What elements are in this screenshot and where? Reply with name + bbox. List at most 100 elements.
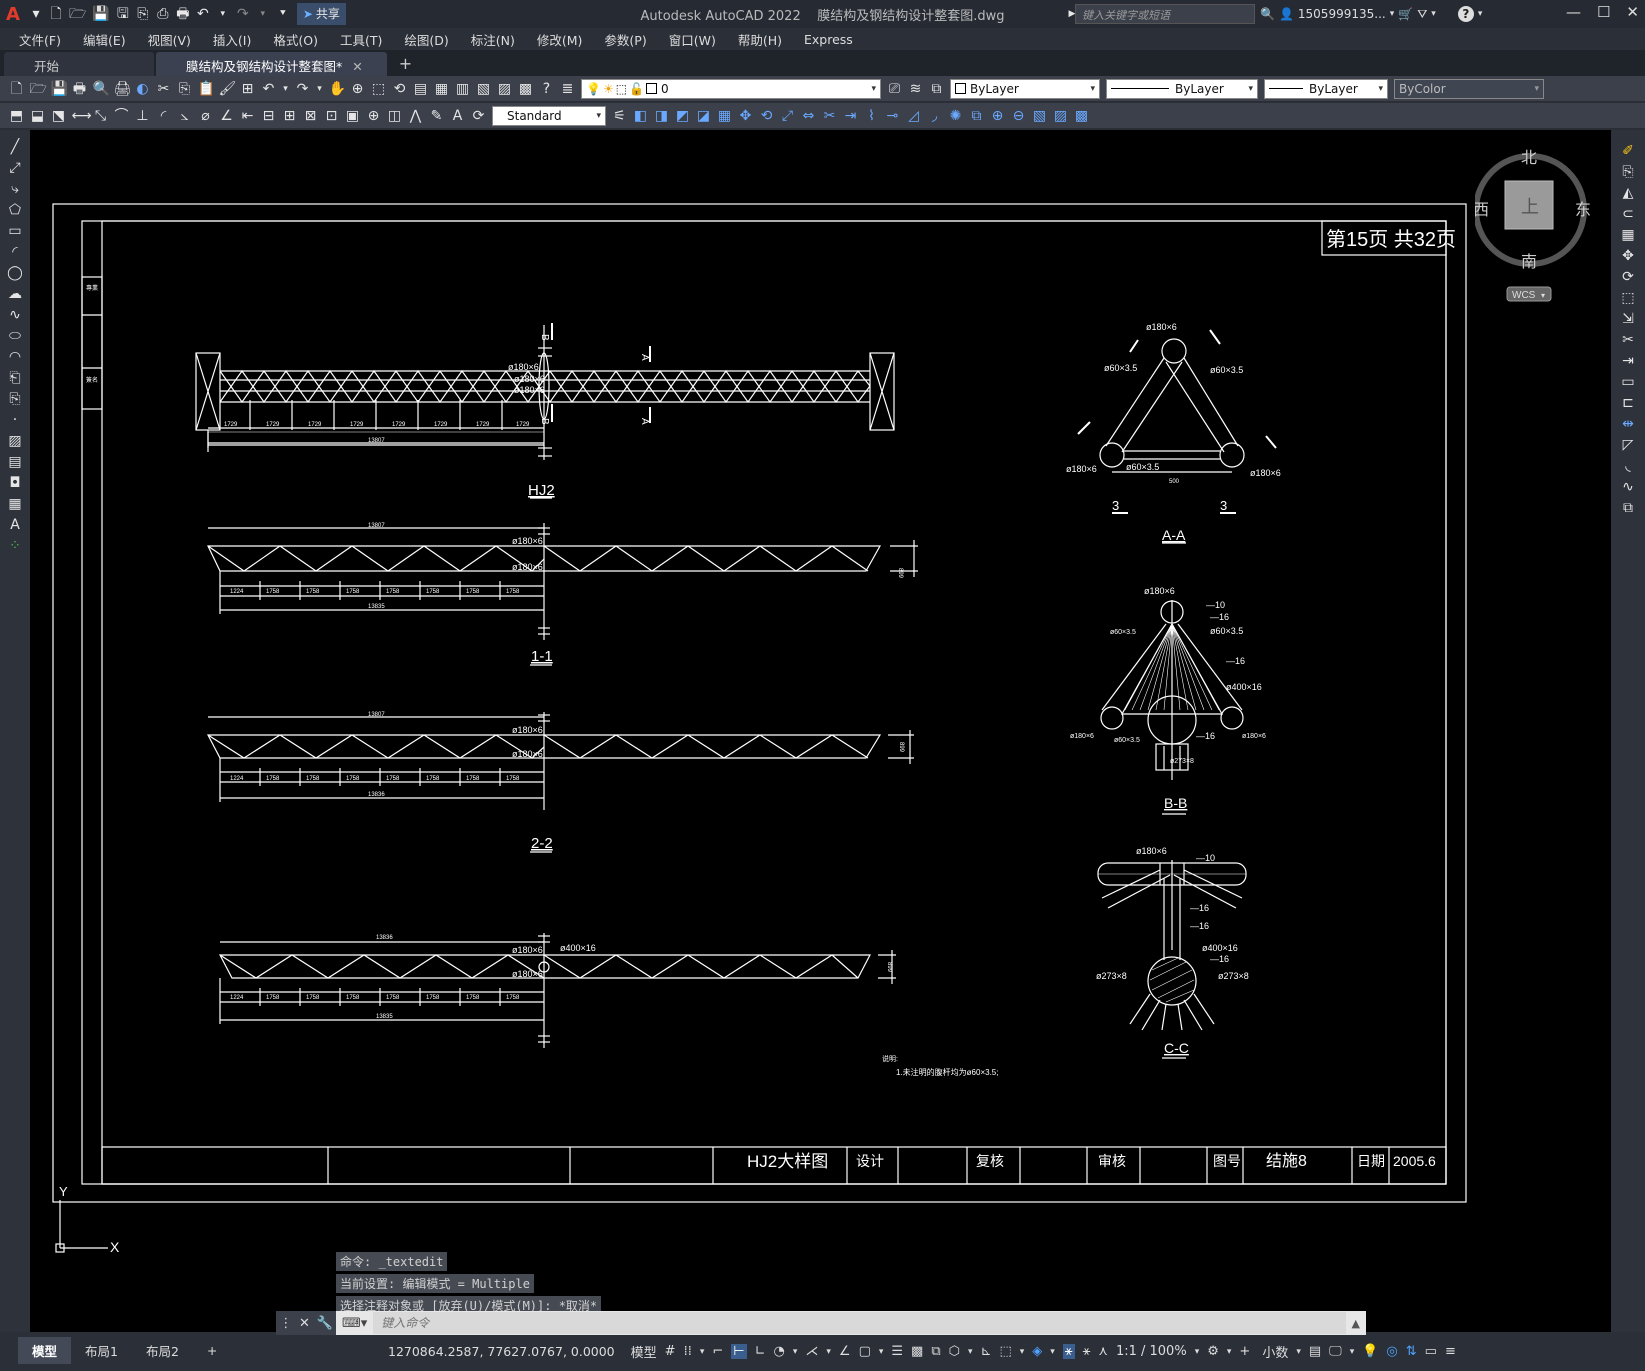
- erase-icon[interactable]: ◧: [633, 108, 649, 124]
- circle-icon[interactable]: ◯: [7, 265, 23, 281]
- quick-dim-icon[interactable]: ⇤: [240, 108, 256, 124]
- menu-file[interactable]: 文件(F): [8, 30, 72, 49]
- jogged-dim-icon[interactable]: ⦣: [177, 108, 193, 124]
- 3d-osnap-dropdown-icon[interactable]: ▾: [968, 1347, 973, 1357]
- layout-tab-model[interactable]: 模型: [18, 1337, 72, 1364]
- plot-preview-icon[interactable]: 🔍: [93, 81, 110, 97]
- user-name[interactable]: 1505999135...: [1298, 7, 1386, 21]
- copy-icon[interactable]: ⎘: [1620, 164, 1636, 180]
- search-input[interactable]: 键入关键字或短语: [1075, 4, 1255, 24]
- isodraft-dropdown-icon[interactable]: ▾: [826, 1347, 831, 1357]
- block-editor-icon[interactable]: ⊞: [240, 81, 256, 97]
- gizmo-dropdown-icon[interactable]: ▾: [1050, 1347, 1055, 1357]
- plot-icon[interactable]: 🖶: [173, 3, 193, 25]
- revcloud-icon[interactable]: ☁: [7, 286, 23, 302]
- menu-dimension[interactable]: 标注(N): [460, 30, 526, 49]
- gizmo-icon[interactable]: ◈: [1032, 1344, 1042, 1359]
- publish-icon[interactable]: 🖨: [114, 81, 132, 97]
- undo-icon[interactable]: ↶: [193, 3, 213, 25]
- dim-space-icon[interactable]: ⊠: [303, 108, 319, 124]
- dim-text-edit-icon[interactable]: A: [450, 108, 466, 124]
- ellipse-icon[interactable]: ⬭: [7, 328, 23, 344]
- copy-icon[interactable]: ⎘: [177, 81, 193, 97]
- explode-icon[interactable]: ✺: [948, 108, 964, 124]
- fillet-icon[interactable]: ◟: [1620, 458, 1636, 474]
- lineweight-dropdown[interactable]: ByLayer ▾: [1264, 78, 1388, 99]
- pedit-icon[interactable]: ▨: [1053, 108, 1069, 124]
- layer-freeze-icon[interactable]: ☀: [603, 82, 614, 96]
- menu-view[interactable]: 视图(V): [137, 30, 202, 49]
- new-tab-button[interactable]: +: [389, 54, 422, 76]
- ortho-icon[interactable]: ∟: [755, 1344, 766, 1359]
- calculator-icon[interactable]: ▩: [518, 81, 534, 97]
- properties-icon[interactable]: ▤: [413, 81, 429, 97]
- dynamic-input-icon[interactable]: ⊢: [731, 1344, 747, 1359]
- jogged-linear-icon[interactable]: ⋀: [408, 108, 424, 124]
- scale-icon[interactable]: ⬚: [1620, 290, 1636, 306]
- viewcube[interactable]: 北 南 东 西 上 WCS ▾: [1473, 145, 1605, 315]
- fillet-icon[interactable]: ◞: [927, 108, 943, 124]
- angular-dim-icon[interactable]: ∠: [219, 108, 235, 124]
- menu-draw[interactable]: 绘图(D): [393, 30, 459, 49]
- rectangle-icon[interactable]: ▭: [7, 223, 23, 239]
- open-web-icon[interactable]: ⎘: [133, 3, 153, 25]
- region-icon[interactable]: ◘: [7, 475, 23, 491]
- break-at-point-icon[interactable]: ▭: [1620, 374, 1636, 390]
- menu-format[interactable]: 格式(O): [262, 30, 329, 49]
- tab-close-icon[interactable]: ✕: [352, 59, 362, 74]
- zoom-previous-icon[interactable]: ⟲: [392, 81, 408, 97]
- snap-icon[interactable]: ⁞⁞: [684, 1344, 692, 1359]
- menu-tools[interactable]: 工具(T): [329, 30, 393, 49]
- compass-east[interactable]: 东: [1575, 201, 1591, 219]
- quick-properties-icon[interactable]: ▤: [1309, 1344, 1321, 1359]
- layer-previous-icon[interactable]: ≋: [908, 81, 924, 97]
- annotation-monitor-icon[interactable]: +: [1239, 1344, 1250, 1359]
- plotstyle-dropdown[interactable]: ByColor ▾: [1394, 78, 1544, 99]
- tolerance-icon[interactable]: ▣: [345, 108, 361, 124]
- explode-icon[interactable]: ⧉: [1620, 500, 1636, 516]
- wcs-dropdown-icon[interactable]: ▾: [1541, 291, 1545, 300]
- app-menu-dropdown-icon[interactable]: ▾: [26, 3, 46, 25]
- cut-icon[interactable]: ✂: [156, 81, 172, 97]
- zoom-realtime-icon[interactable]: ⊕: [350, 81, 366, 97]
- selection-cycling-icon[interactable]: ⧉: [931, 1344, 940, 1359]
- radius-dim-icon[interactable]: ◜: [156, 108, 172, 124]
- scale-dropdown-icon[interactable]: ▾: [1195, 1347, 1200, 1357]
- line-icon[interactable]: ╱: [7, 139, 23, 155]
- layer-states-icon[interactable]: ⧉: [929, 81, 945, 97]
- mirror-icon[interactable]: ◭: [1620, 185, 1636, 201]
- 3d-osnap-icon[interactable]: ⬡: [949, 1344, 960, 1359]
- paste-icon[interactable]: 📋: [198, 81, 215, 97]
- move-icon[interactable]: ✥: [1620, 248, 1636, 264]
- menu-insert[interactable]: 插入(I): [202, 30, 262, 49]
- ordinate-dim-icon[interactable]: ⊥: [135, 108, 151, 124]
- lock-ui-dropdown-icon[interactable]: ▾: [1350, 1347, 1355, 1357]
- isolate-objects-icon[interactable]: 💡: [1362, 1344, 1378, 1359]
- open-file-icon[interactable]: 🗁: [66, 3, 89, 25]
- layer-on-icon[interactable]: 💡: [586, 82, 601, 96]
- stretch-icon[interactable]: ⇲: [1620, 311, 1636, 327]
- extend-icon[interactable]: ⇥: [843, 108, 859, 124]
- join-icon[interactable]: ⊸: [885, 108, 901, 124]
- compass-north[interactable]: 北: [1521, 149, 1537, 167]
- polar-icon[interactable]: ◔: [774, 1344, 785, 1359]
- rotate-icon[interactable]: ⟳: [1620, 269, 1636, 285]
- dim-edit-icon[interactable]: ✎: [429, 108, 445, 124]
- command-line-grip-icon[interactable]: ⋮: [279, 1316, 292, 1331]
- design-center-icon[interactable]: ▦: [434, 81, 450, 97]
- command-recent-icon[interactable]: ⌨▾: [336, 1316, 373, 1331]
- command-close-icon[interactable]: ✕: [299, 1316, 310, 1331]
- make-block-icon[interactable]: ⎘: [7, 391, 23, 407]
- polygon-icon[interactable]: ⬠: [7, 202, 23, 218]
- save-as-icon[interactable]: 🖫: [113, 3, 133, 25]
- diameter-dim-icon[interactable]: ⌀: [198, 108, 214, 124]
- sheet-set-icon[interactable]: ▧: [476, 81, 492, 97]
- customization-icon[interactable]: ▭: [1425, 1344, 1437, 1359]
- layer-viewport-icon[interactable]: ⬚: [616, 82, 627, 96]
- move-icon[interactable]: ✥: [738, 108, 754, 124]
- minimize-icon[interactable]: —: [1566, 3, 1581, 21]
- polar-dropdown-icon[interactable]: ▾: [793, 1347, 798, 1357]
- drawing-canvas[interactable]: 專業 簽名 第15页 共32页 B B A A ø180×6 ø180×6 ø1…: [30, 130, 1611, 1332]
- tab-start[interactable]: 开始: [4, 52, 154, 76]
- help-icon[interactable]: ?: [1457, 6, 1474, 22]
